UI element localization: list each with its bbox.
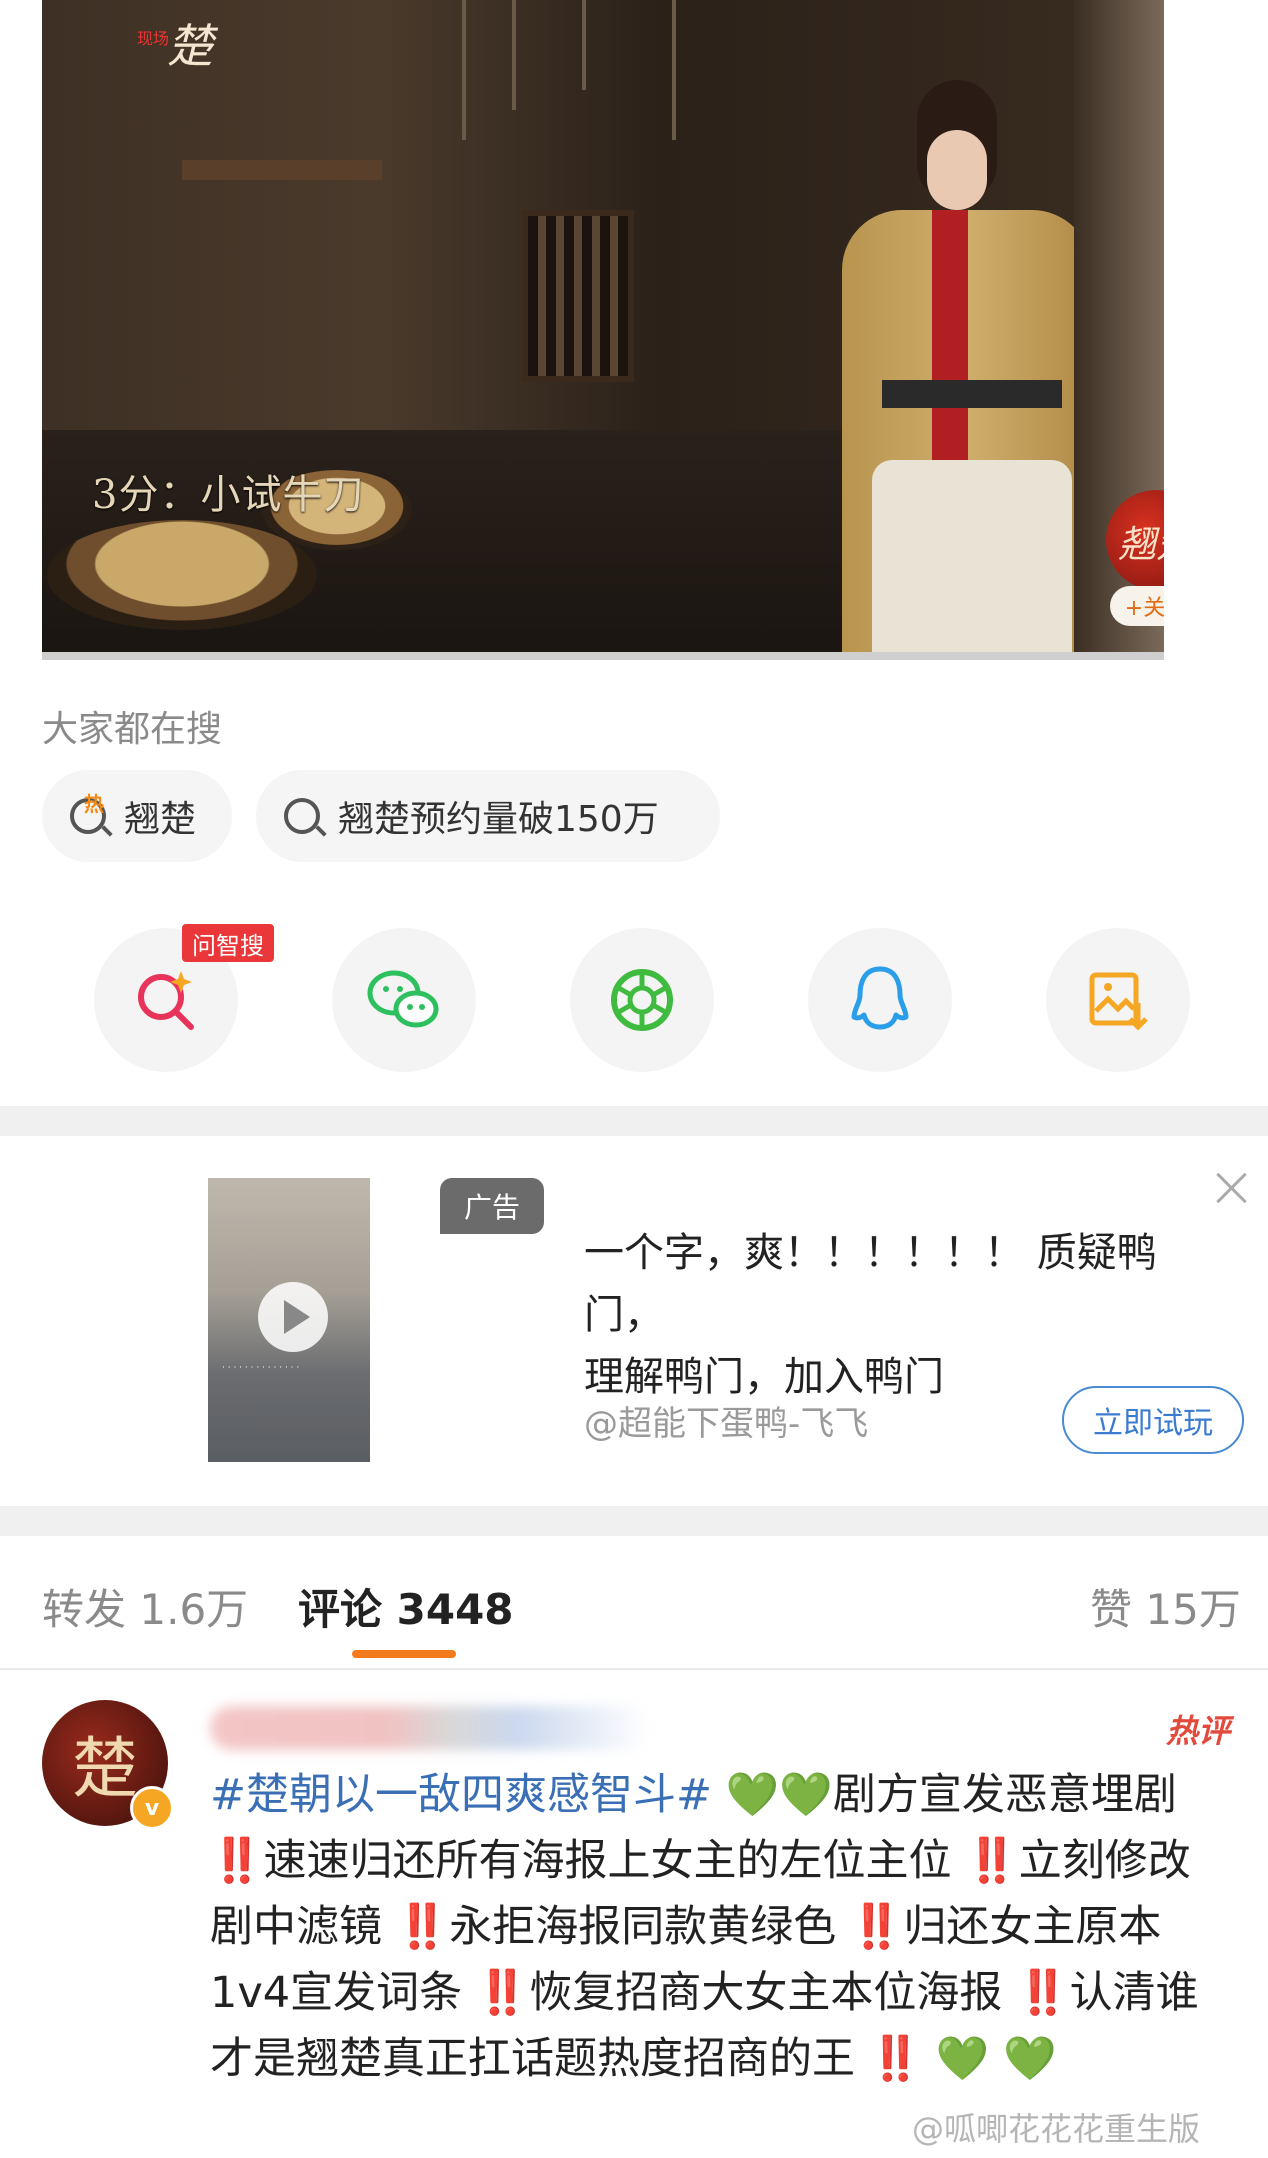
hot-search-icon: 热 bbox=[64, 792, 112, 840]
double-exclamation-emoji: ‼️ bbox=[475, 1968, 530, 2018]
tab-like-label: 赞 bbox=[1090, 1585, 1133, 1634]
ad-text[interactable]: 一个字，爽！！！！！！ 质疑鸭门， 理解鸭门，加入鸭门 bbox=[584, 1222, 1224, 1408]
comment-segment: 速速归还所有海报上女主的左位主位 bbox=[263, 1836, 952, 1886]
section-divider bbox=[0, 1506, 1268, 1536]
comment-segment: 恢复招商大女主本位海报 bbox=[529, 1968, 1003, 2018]
double-exclamation-emoji: ‼️ bbox=[210, 1836, 264, 1886]
tab-like-count: 15万 bbox=[1145, 1585, 1241, 1634]
scene-window bbox=[522, 210, 634, 382]
actor-figure bbox=[812, 60, 1112, 660]
try-now-button[interactable]: 立即试玩 bbox=[1062, 1386, 1244, 1454]
commenter-name-blurred[interactable] bbox=[210, 1706, 650, 1750]
watermark-text: @呱唧花花花重生版 bbox=[912, 2110, 1201, 2148]
drama-logo: 现场 楚 bbox=[97, 0, 237, 90]
tab-comment[interactable]: 评论 3448 bbox=[298, 1576, 514, 1637]
ad-text-line: 一个字，爽！！！！！！ 质疑鸭门， bbox=[584, 1230, 1157, 1338]
double-exclamation-emoji: ‼️ bbox=[395, 1902, 450, 1952]
comment-topic-link[interactable]: #楚朝以一敌四爽感智斗# bbox=[210, 1770, 712, 1820]
green-heart-emoji: 💚 bbox=[935, 2034, 990, 2084]
share-wechat-button[interactable] bbox=[332, 928, 476, 1072]
search-section-title: 大家都在搜 bbox=[42, 709, 223, 750]
section-divider bbox=[0, 1106, 1268, 1136]
comment-segment: 永拒海报同款黄绿色 bbox=[449, 1902, 837, 1952]
double-exclamation-emoji: ‼️ bbox=[868, 2034, 923, 2084]
hot-comment-tag: 热评 bbox=[1166, 1712, 1231, 1750]
share-qq-button[interactable] bbox=[808, 928, 952, 1072]
tab-repost-count: 1.6万 bbox=[139, 1585, 249, 1634]
ad-author[interactable]: @超能下蛋鸭-飞飞 bbox=[584, 1396, 868, 1445]
video-subtitle: 3分：小试牛刀 bbox=[92, 472, 365, 518]
tabs-divider bbox=[0, 1668, 1268, 1670]
green-heart-emoji: 💚 bbox=[779, 1770, 833, 1820]
ai-search-icon bbox=[138, 971, 194, 1030]
share-moments-button[interactable] bbox=[570, 928, 714, 1072]
tab-comment-label: 评论 bbox=[298, 1585, 383, 1634]
green-heart-emoji: 💚 bbox=[1003, 2034, 1057, 2084]
search-icon bbox=[278, 792, 326, 840]
ad-label-badge: 广告 bbox=[440, 1178, 544, 1234]
hook bbox=[672, 0, 676, 140]
double-exclamation-emoji: ‼️ bbox=[965, 1836, 1019, 1886]
save-image-button[interactable] bbox=[1046, 928, 1190, 1072]
video-progress-bar[interactable] bbox=[42, 652, 1164, 660]
ai-search-badge: 问智搜 bbox=[182, 924, 274, 962]
search-chip[interactable]: 热 翘楚 bbox=[42, 770, 232, 862]
ad-thumbnail-caption: · · · · · · · · · · · · · · bbox=[222, 1363, 300, 1373]
comment-text[interactable]: #楚朝以一敌四爽感智斗# 💚💚剧方宣发恶意埋剧 ‼️速速归还所有海报上女主的左位… bbox=[210, 1762, 1230, 2092]
search-chip[interactable]: 翘楚预约量破150万 bbox=[256, 770, 720, 862]
search-chip-label: 翘楚 bbox=[124, 799, 197, 840]
qq-icon bbox=[851, 966, 909, 1030]
active-tab-indicator bbox=[352, 1650, 456, 1658]
hook bbox=[582, 0, 586, 90]
video-player[interactable]: 现场 楚 3分：小试牛刀 翘楚 +关注 bbox=[42, 0, 1164, 660]
play-icon bbox=[258, 1282, 328, 1352]
green-heart-emoji: 💚 bbox=[725, 1770, 780, 1820]
tab-repost[interactable]: 转发 1.6万 bbox=[42, 1576, 248, 1637]
tab-comment-count: 3448 bbox=[396, 1585, 514, 1634]
double-exclamation-emoji: ‼️ bbox=[849, 1902, 904, 1952]
hook bbox=[512, 0, 516, 110]
tab-like[interactable]: 赞 15万 bbox=[1090, 1576, 1241, 1637]
logo-main-text: 楚 bbox=[167, 19, 213, 73]
scene-shelf bbox=[182, 160, 382, 180]
moments-icon bbox=[611, 969, 673, 1031]
grain-bowl bbox=[47, 520, 317, 630]
save-image-icon bbox=[1089, 972, 1148, 1031]
comment-segment: 剧方宣发恶意埋剧 bbox=[832, 1770, 1177, 1820]
verified-badge-icon: v bbox=[130, 1786, 174, 1830]
close-icon[interactable] bbox=[1212, 1168, 1252, 1208]
hook bbox=[462, 0, 466, 140]
double-exclamation-emoji: ‼️ bbox=[1016, 1968, 1070, 2018]
search-chip-label: 翘楚预约量破150万 bbox=[338, 799, 659, 840]
tab-repost-label: 转发 bbox=[42, 1585, 127, 1634]
wechat-icon bbox=[367, 970, 439, 1028]
follow-button[interactable]: +关注 bbox=[1110, 586, 1164, 626]
ad-video-thumbnail[interactable]: · · · · · · · · · · · · · · bbox=[208, 1178, 370, 1462]
logo-small-text: 现场 bbox=[137, 29, 170, 48]
